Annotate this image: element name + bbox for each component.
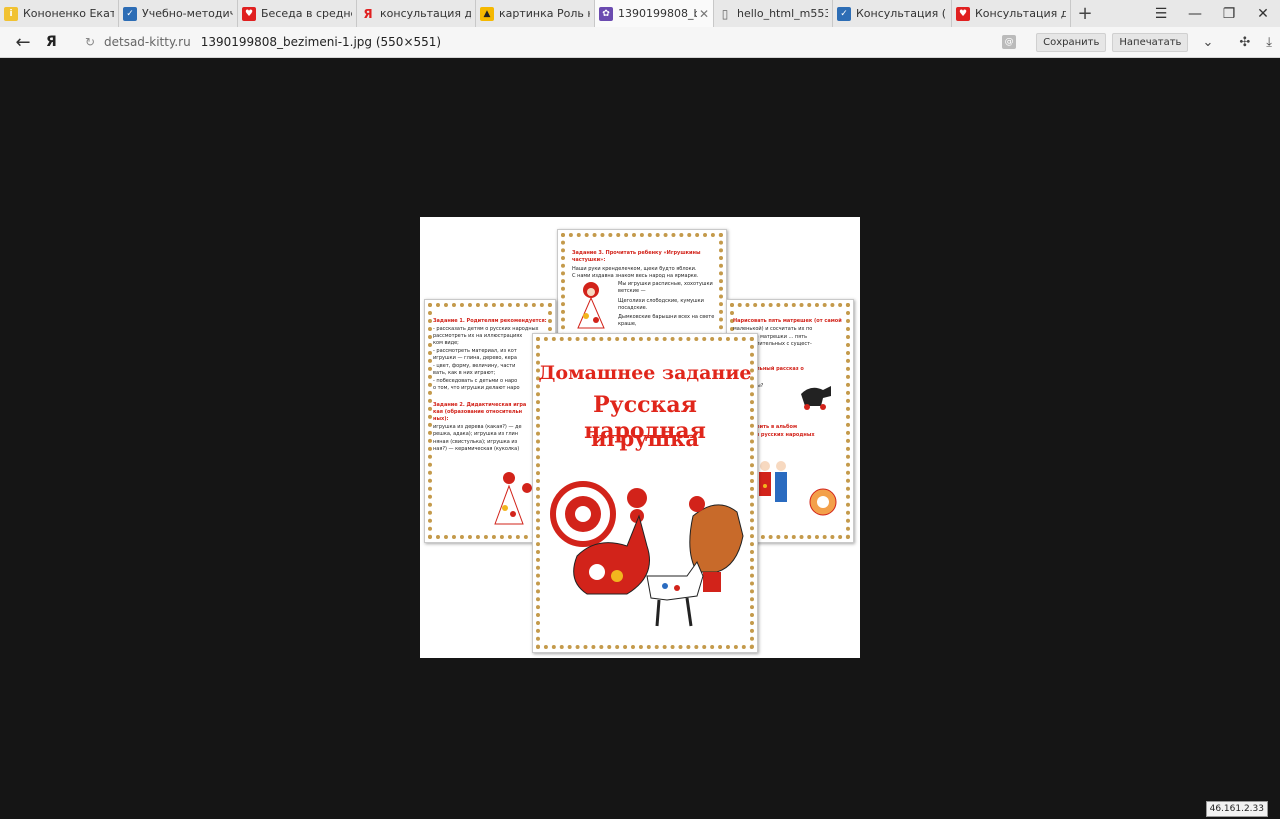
- heart-icon: ♥: [242, 6, 256, 21]
- cover-title-line3: игрушка: [591, 426, 699, 451]
- window-controls: ☰ — ❐ ✕: [1144, 0, 1280, 27]
- top-page-line: Дымковские барышни всех на свете краше,: [618, 314, 715, 327]
- top-page-line: Мы игрушки расписные, хохотушки ветские …: [618, 281, 713, 294]
- top-page-line: Наши руки кренделечком, щеки будто яблок…: [572, 266, 697, 272]
- right-page-line: маленькой) и сосчитать их по: [733, 326, 813, 332]
- yandex-logo-icon[interactable]: Я: [46, 34, 68, 50]
- dymkovo-lady-icon: [577, 282, 605, 329]
- extensions-icon[interactable]: ✣: [1239, 35, 1250, 50]
- top-page-line: Щеголихи слободские, кумушки посадские.: [618, 298, 704, 311]
- minimize-icon[interactable]: —: [1178, 6, 1212, 22]
- check-icon: ✓: [123, 6, 137, 21]
- yandex-icon: Я: [363, 6, 373, 21]
- url-domain[interactable]: detsad-kitty.ru: [104, 35, 191, 49]
- right-page-heading: Нарисовать пять матрешек (от самой: [733, 318, 842, 324]
- folk-figures-icon: [759, 461, 787, 502]
- restore-icon[interactable]: ❐: [1212, 6, 1246, 22]
- tab-bar: i Кононенко Екатерина ✓ Учебно-методичес…: [0, 0, 1280, 28]
- save-button[interactable]: Сохранить: [1036, 32, 1107, 52]
- cover-page: Домашнее задание Русская народная игрушк…: [532, 333, 758, 653]
- tab-4[interactable]: ▲ картинка Роль нар: [476, 0, 595, 27]
- chevron-down-icon[interactable]: ⌄: [1202, 35, 1213, 50]
- address-actions: @ Сохранить Напечатать ⌄ ✣ ⤓: [1002, 32, 1280, 52]
- back-arrow-icon[interactable]: ←: [0, 32, 46, 53]
- tab-0[interactable]: i Кононенко Екатерина: [0, 0, 119, 27]
- reload-icon[interactable]: ↻: [80, 35, 100, 49]
- close-window-icon[interactable]: ✕: [1246, 6, 1280, 22]
- top-page-heading: Задание 3. Прочитать ребенку «Игрушкины …: [572, 250, 701, 263]
- cover-title-line1: Домашнее задание: [538, 362, 752, 384]
- close-tab-icon[interactable]: ✕: [699, 7, 709, 21]
- new-tab-button[interactable]: +: [1071, 0, 1099, 27]
- menu-icon[interactable]: ☰: [1144, 6, 1178, 22]
- left-page-heading: Задание 1. Родителям рекомендуется:: [433, 318, 547, 324]
- tab-6[interactable]: ▯ hello_html_m553d4: [714, 0, 833, 27]
- horse-toy-icon: [801, 386, 831, 410]
- url-title[interactable]: 1390199808_bezimeni-1.jpg (550×551): [201, 35, 441, 49]
- dymkovo-toys-illustration-icon: [550, 481, 744, 627]
- bulb-icon: i: [4, 6, 18, 21]
- image-icon: ▲: [480, 6, 494, 21]
- document-icon: ▯: [721, 6, 729, 21]
- heart-icon: ♥: [956, 6, 970, 21]
- extension-icon[interactable]: @: [1002, 35, 1017, 49]
- turkey-toy-icon: [809, 488, 837, 516]
- tab-7[interactable]: ✓ Консультация (мла: [833, 0, 952, 27]
- print-button[interactable]: Напечатать: [1112, 32, 1189, 52]
- top-page: Задание 3. Прочитать ребенку «Игрушкины …: [557, 229, 727, 341]
- tab-3[interactable]: Я консультация для р: [357, 0, 476, 27]
- tab-1[interactable]: ✓ Учебно-методическое: [119, 0, 238, 27]
- displayed-image: Задание 3. Прочитать ребенку «Игрушкины …: [420, 217, 860, 658]
- tab-5-active[interactable]: ✿ 1390199808_bezi ✕: [595, 0, 714, 27]
- dymkovo-toy-icon: [494, 472, 532, 525]
- left-page-line: - рассказать детям о русских народных: [433, 326, 539, 332]
- flower-icon: ✿: [599, 6, 613, 21]
- ip-address-badge: 46.161.2.33: [1205, 801, 1268, 817]
- check-icon: ✓: [837, 6, 851, 21]
- tab-8[interactable]: ♥ Консультация для р: [952, 0, 1071, 27]
- tab-2[interactable]: ♥ Беседа в средней гр: [238, 0, 357, 27]
- download-icon[interactable]: ⤓: [1266, 35, 1272, 50]
- address-bar: ← Я ↻ detsad-kitty.ru 1390199808_bezimen…: [0, 27, 1280, 58]
